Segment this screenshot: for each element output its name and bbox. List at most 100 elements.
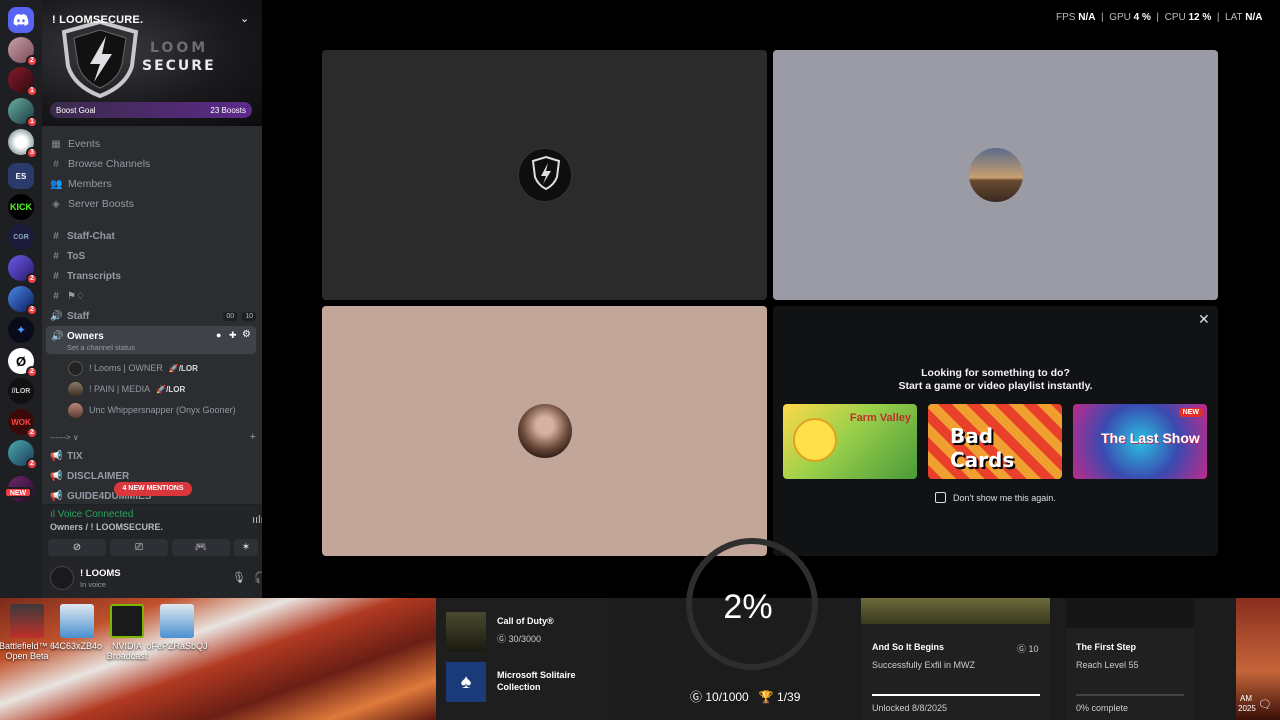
channel-tos[interactable]: # ToS <box>50 247 256 265</box>
avatar[interactable] <box>50 566 74 590</box>
new-badge: NEW <box>4 487 32 498</box>
server-icon[interactable]: CGR <box>8 224 34 250</box>
score-text: 30/3000 <box>508 634 542 644</box>
nvidia-icon <box>110 604 144 638</box>
voice-member[interactable]: ! Looms | OWNER 🚀/LOR <box>68 359 198 377</box>
voice-location[interactable]: Owners / ! LOOMSECURE. <box>50 522 163 532</box>
camera-toggle-button[interactable]: ⊘ <box>48 539 106 556</box>
nav-label: Browse Channels <box>68 158 151 170</box>
gpu-label: GPU <box>1109 12 1131 23</box>
megaphone-icon: 📢 <box>50 470 63 482</box>
chat-icon[interactable]: ● <box>216 330 221 340</box>
server-icon[interactable]: 2 <box>8 286 38 316</box>
participant-tile[interactable] <box>773 50 1218 300</box>
voice-member[interactable]: ! PAIN | MEDIA 🚀/LOR <box>68 380 185 398</box>
performance-stats: FPS N/A | GPU 4 % | CPU 12 % | LAT N/A <box>1056 12 1263 23</box>
voice-status-text: Voice Connected <box>57 509 134 520</box>
achievement-card[interactable]: The First Step Reach Level 55 0% complet… <box>1066 598 1194 720</box>
game-name[interactable]: Call of Duty® <box>497 616 554 626</box>
server-icon[interactable]: 3 <box>8 129 38 159</box>
server-icon[interactable]: KICK <box>8 194 34 220</box>
achievement-card[interactable]: And So It Begins Ⓖ 10 Successfully Exfil… <box>861 598 1050 720</box>
channel-transcripts[interactable]: # Transcripts <box>50 267 256 285</box>
notification-icon[interactable]: 🗨 <box>1258 698 1272 711</box>
server-icon[interactable]: ES <box>8 163 34 189</box>
server-icon[interactable]: //LOR <box>8 378 34 404</box>
activity-button[interactable]: 🎮 <box>172 539 230 556</box>
desktop-shortcut[interactable]: oFePZRaSbQJ <box>146 598 208 651</box>
new-mentions-pill[interactable]: 4 NEW MENTIONS <box>114 482 192 496</box>
dont-show-again-checkbox[interactable]: Don't show me this again. <box>935 492 1056 503</box>
nav-events[interactable]: ▦ Events <box>50 135 256 153</box>
achievement-image <box>1066 598 1194 628</box>
server-icon[interactable]: WOK 2 <box>8 409 38 439</box>
chevron-down-icon[interactable]: ⌄ <box>240 12 249 25</box>
plus-icon[interactable]: + <box>250 431 256 443</box>
game-card-farm-valley[interactable]: Farm Valley <box>783 404 917 479</box>
recent-games-list: Call of Duty® Ⓖ 30/3000 ♠ Microsoft Soli… <box>436 598 608 720</box>
participant-tile[interactable] <box>322 306 767 556</box>
nav-server-boosts[interactable]: ◈ Server Boosts <box>50 195 256 213</box>
achievement-progress-text: 0% complete <box>1076 703 1129 713</box>
server-banner[interactable]: ! LOOMSECURE. ⌄ LOOM SECURE Boost Goal 2… <box>42 0 262 126</box>
g-icon: Ⓖ <box>497 634 509 644</box>
unread-badge: 2 <box>26 55 38 67</box>
server-icon[interactable]: 2 <box>8 37 38 67</box>
nav-members[interactable]: 👥 Members <box>50 175 256 193</box>
unread-badge: 2 <box>26 304 38 316</box>
file-icon <box>60 604 94 638</box>
set-channel-status[interactable]: Set a channel status <box>67 343 135 352</box>
camera-off-icon: ⊘ <box>72 542 82 553</box>
server-icon[interactable]: 1 <box>8 98 38 128</box>
server-icon[interactable]: 2 <box>8 255 38 285</box>
game-title: Bad Cards <box>950 424 1015 472</box>
taskbar-clock[interactable]: AM 2025 <box>1238 694 1256 714</box>
close-icon[interactable]: ✕ <box>1198 311 1210 328</box>
channel-tix[interactable]: 📢 TIX <box>50 447 256 465</box>
screen-share-button[interactable]: ⎚ <box>110 539 168 556</box>
soundboard-button[interactable]: ✶ <box>234 539 258 556</box>
unread-badge: 1 <box>26 85 38 97</box>
unread-badge: 3 <box>26 147 38 159</box>
game-card-bad-cards[interactable]: Bad Cards <box>928 404 1062 479</box>
gamepad-icon: 🎮 <box>194 542 208 553</box>
checkbox[interactable] <box>935 492 946 503</box>
nav-browse-channels[interactable]: # Browse Channels <box>50 155 256 173</box>
avatar <box>517 148 572 202</box>
member-name: ! Looms | OWNER <box>89 363 163 373</box>
avatar <box>968 148 1023 202</box>
avatar <box>517 404 572 458</box>
server-icon[interactable]: Ø2 <box>8 348 38 378</box>
shield-logo-icon <box>61 19 139 98</box>
server-icon[interactable]: NEW <box>4 476 34 502</box>
game-card-last-show[interactable]: The Last Show NEW <box>1073 404 1207 479</box>
channel-emoji[interactable]: # ⚑♢ <box>50 287 256 305</box>
category-divider[interactable]: ------> ∨ + <box>50 428 256 446</box>
discord-home-button[interactable] <box>8 7 34 33</box>
voice-member[interactable]: Unc Whippersnapper (Onyx Gooner) <box>68 401 236 419</box>
channel-staff-chat[interactable]: # Staff-Chat <box>50 227 256 245</box>
progress-bar <box>1076 694 1184 696</box>
microphone-icon[interactable]: 🎙 <box>232 571 246 584</box>
server-name[interactable]: ! LOOMSECURE. <box>52 14 143 26</box>
voice-connection-panel: ıl Voice Connected Owners / ! LOOMSECURE… <box>42 504 292 560</box>
channel-owners-voice[interactable]: 🔊 Owners Set a channel status ● ✚ ⚙ <box>46 326 256 354</box>
shortcut-label: oFePZRaSbQJ <box>146 641 208 651</box>
participant-tile[interactable] <box>322 50 767 300</box>
gear-icon[interactable]: ⚙ <box>242 329 251 340</box>
game-name[interactable]: Microsoft Solitaire Collection <box>497 669 602 693</box>
server-icon[interactable]: 1 <box>8 67 38 97</box>
g-icon: Ⓖ <box>1017 644 1029 654</box>
channel-staff-voice[interactable]: 🔊 Staff 00 10 <box>50 307 256 325</box>
username[interactable]: ! LOOMS <box>80 568 121 579</box>
server-label: KICK <box>10 202 32 212</box>
hashtag-search-icon: # <box>53 158 59 170</box>
server-icon[interactable]: ✦ <box>8 317 34 343</box>
voice-connected-status[interactable]: ıl Voice Connected <box>50 509 133 520</box>
logo-text: SECURE <box>142 58 216 74</box>
server-icon[interactable]: 2 <box>8 440 38 470</box>
boost-goal-bar[interactable]: Boost Goal 23 Boosts <box>50 102 252 118</box>
add-member-icon[interactable]: ✚ <box>229 330 237 341</box>
clock-time: AM <box>1240 694 1252 703</box>
channel-label: ⚑♢ <box>67 290 85 302</box>
